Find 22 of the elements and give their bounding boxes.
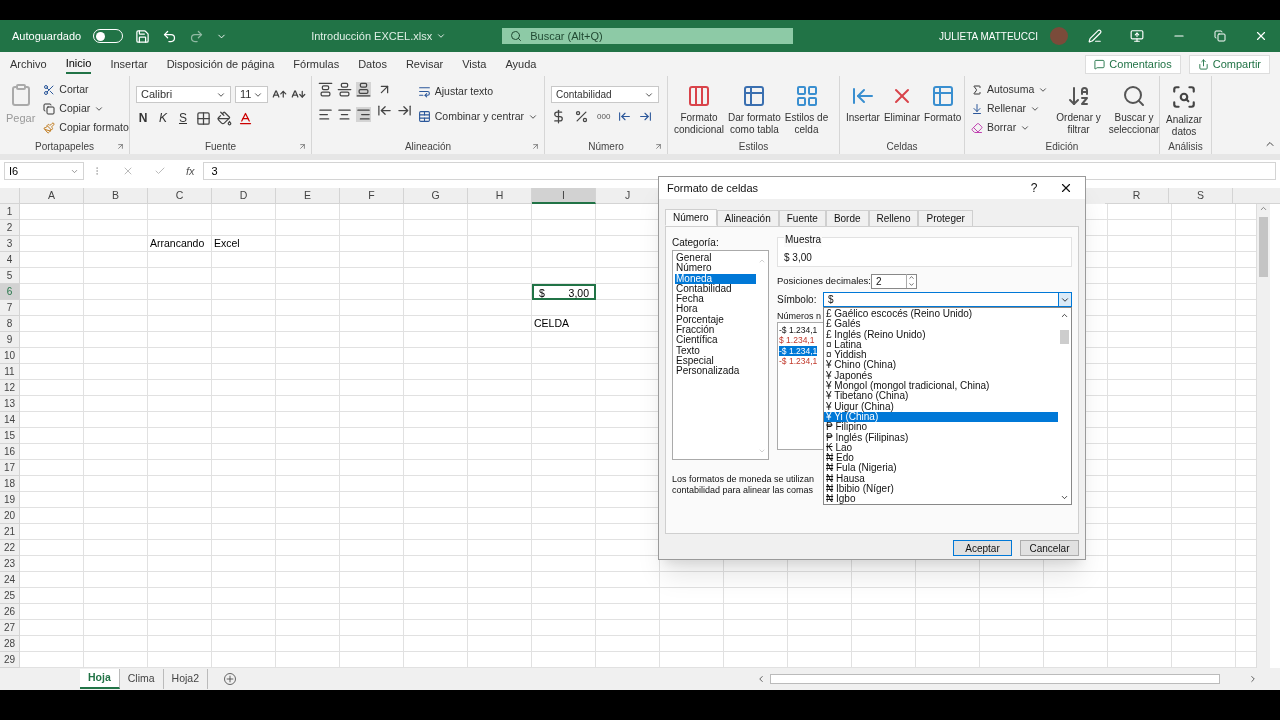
autosave-label: Autoguardado: [12, 28, 82, 44]
group-label: Edición: [1045, 139, 1079, 154]
description-text: Los formatos de moneda se utilizan contabilidad para alinear las comas: [672, 474, 815, 496]
group-label: Fuente: [204, 139, 237, 154]
group-label: Análisis: [1168, 139, 1203, 154]
group-label: Número: [588, 139, 624, 154]
group-label: Portapapeles: [35, 139, 94, 154]
category-label: Categoría:: [672, 236, 720, 250]
symbol-label: Símbolo:: [777, 293, 818, 307]
negatives-label: Números n: [777, 310, 821, 322]
document-title: Introducción EXCEL.xlsx: [311, 28, 433, 44]
sample-label: Muestra: [784, 232, 823, 247]
decimals-label: Posiciones decimales:: [777, 273, 871, 288]
group-label: Celdas: [886, 139, 918, 154]
table-cell: Excel: [214, 237, 240, 249]
group-label: Estilos: [738, 139, 769, 154]
user-name: JULIETA MATTEUCCI: [938, 29, 1038, 44]
table-cell: Arrancando: [150, 237, 205, 249]
dialog-title: Formato de celdas: [667, 180, 760, 196]
table-cell: CELDA: [534, 317, 569, 329]
group-label: Alineación: [404, 139, 452, 154]
sample-value: $ 3,00: [784, 251, 813, 265]
